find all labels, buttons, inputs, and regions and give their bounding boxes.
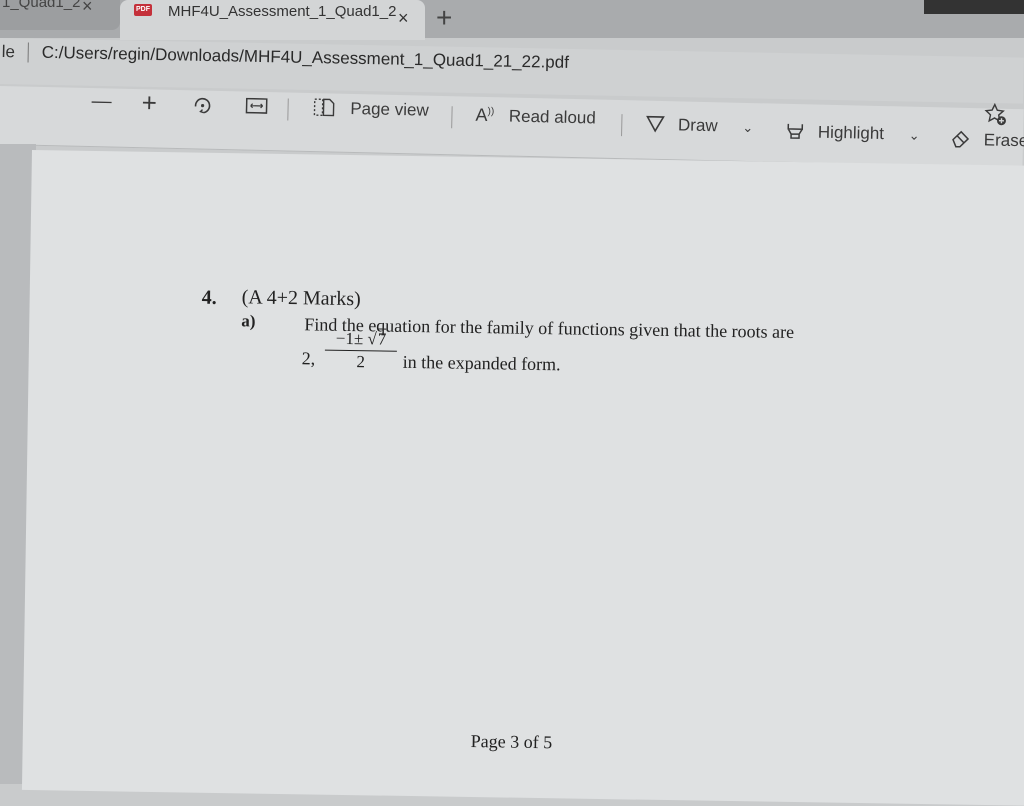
chevron-down-icon[interactable]: ⌄	[909, 128, 920, 143]
draw-icon	[646, 115, 665, 133]
erase-button[interactable]: Erase	[951, 130, 1024, 155]
sqrt-radicand: 7	[376, 328, 387, 349]
tab-previous-label: 1_Quad1_2	[2, 0, 81, 11]
page-view-button[interactable]: Page view	[313, 97, 429, 125]
chevron-down-icon[interactable]: ⌄	[742, 120, 753, 135]
read-aloud-label: Read aloud	[508, 106, 597, 128]
question-tail: in the expanded form.	[402, 351, 561, 375]
fit-width-icon	[245, 97, 268, 114]
highlighter-icon	[787, 123, 804, 139]
pdf-page: 4. (A 4+2 Marks) a) Find the equation fo…	[21, 150, 1024, 806]
toolbar-divider	[287, 98, 289, 121]
highlight-label: Highlight	[817, 122, 885, 144]
question-marks: (A 4+2 Marks)	[241, 286, 361, 311]
root-first: 2,	[301, 348, 316, 369]
root-fraction: −1± √7 2	[324, 328, 398, 373]
tab-previous[interactable]: 1_Quad1_2 ×	[0, 0, 120, 30]
part-label: a)	[241, 311, 256, 331]
tab-title: MHF4U_Assessment_1_Quad1_2	[168, 3, 397, 20]
add-favorite-button[interactable]	[983, 102, 1008, 132]
tab-active[interactable]: PDF MHF4U_Assessment_1_Quad1_2 ×	[120, 0, 425, 40]
close-icon[interactable]: ×	[82, 0, 93, 17]
address-divider	[27, 42, 29, 63]
eraser-icon	[952, 130, 970, 148]
toolbar-divider	[621, 114, 623, 137]
close-icon[interactable]: ×	[398, 8, 409, 29]
numerator-prefix: −1±	[335, 328, 368, 349]
draw-button[interactable]: Draw ⌄	[645, 115, 754, 140]
read-aloud-button[interactable]: A)) Read aloud	[475, 105, 596, 129]
zoom-out-button[interactable]: —	[91, 90, 111, 113]
erase-label: Erase	[983, 130, 1024, 151]
fraction-numerator: −1± √7	[335, 328, 387, 349]
page-footer: Page 3 of 5	[470, 730, 553, 753]
highlight-button[interactable]: Highlight ⌄	[785, 122, 920, 148]
address-url[interactable]: C:/Users/regin/Downloads/MHF4U_Assessmen…	[42, 43, 570, 73]
zoom-in-button[interactable]: +	[141, 87, 157, 118]
rotate-button[interactable]	[191, 94, 214, 121]
page-view-label: Page view	[350, 98, 429, 120]
rotate-icon	[194, 97, 211, 114]
page-view-icon	[313, 98, 335, 117]
window-edge	[924, 0, 1024, 14]
question-number: 4.	[201, 286, 217, 309]
new-tab-button[interactable]: +	[436, 2, 452, 34]
tab-bar: 1_Quad1_2 × PDF MHF4U_Assessment_1_Quad1…	[0, 0, 1024, 40]
address-prefix: le	[1, 42, 16, 62]
read-aloud-icon: A))	[475, 104, 495, 126]
fit-width-button[interactable]	[245, 97, 268, 119]
toolbar-divider	[451, 106, 453, 129]
pdf-icon: PDF	[134, 4, 152, 16]
draw-label: Draw	[677, 115, 718, 136]
star-add-icon	[984, 102, 1006, 126]
fraction-denominator: 2	[356, 352, 366, 372]
